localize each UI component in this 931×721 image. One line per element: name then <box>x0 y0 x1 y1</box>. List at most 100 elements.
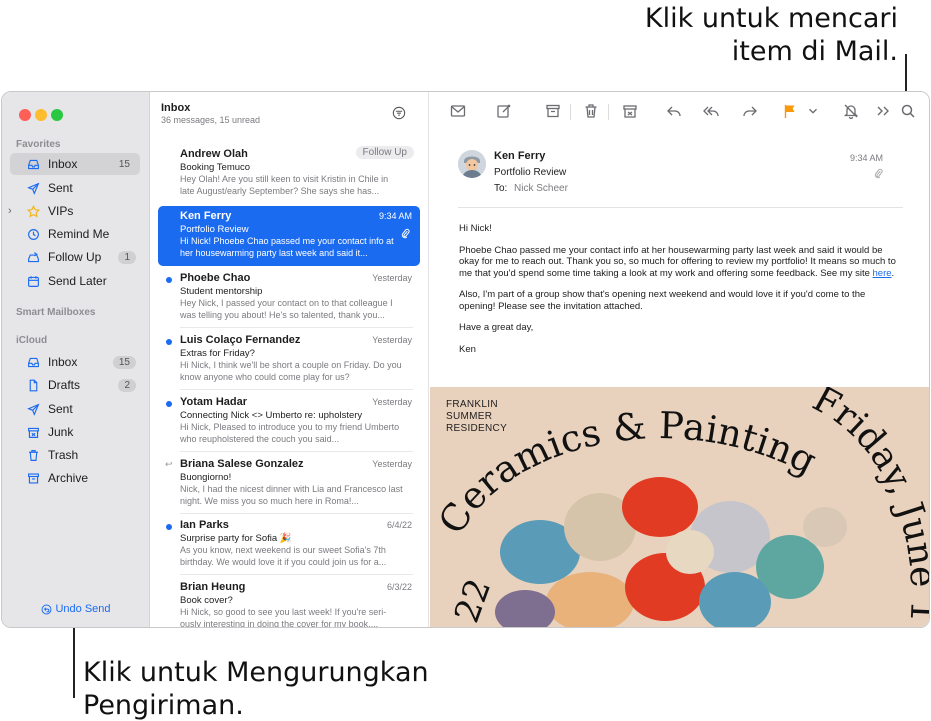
list-item[interactable]: Luis Colaço Fernandez Yesterday Extras f… <box>158 330 420 390</box>
callout-search-line1: Klik untuk mencari <box>644 3 898 34</box>
message-sender: Phoebe Chao <box>180 272 251 284</box>
message-sender: Brian Heung <box>180 581 246 593</box>
forward-icon[interactable] <box>741 102 759 120</box>
sidebar-item-label: Inbox <box>48 157 78 171</box>
double-chevron-right-icon[interactable] <box>874 102 892 120</box>
sidebar-item-icloud-inbox[interactable]: Inbox 15 <box>10 351 140 373</box>
sender-name[interactable]: Ken Ferry <box>494 150 545 162</box>
paperclip-icon <box>401 226 410 239</box>
header-divider <box>458 207 903 208</box>
junk-icon[interactable] <box>621 102 639 120</box>
paperclip-icon <box>874 166 883 179</box>
divider <box>180 574 413 575</box>
follow-up-badge[interactable]: Follow Up <box>355 146 414 159</box>
undo-icon <box>42 604 52 614</box>
sidebar-item-label: Sent <box>48 181 73 195</box>
reply-all-icon[interactable] <box>702 102 720 120</box>
mute-bell-icon[interactable] <box>842 102 860 120</box>
message-preview: Hi Nick, Pleased to introduce you to my … <box>180 422 400 444</box>
sidebar-item-icloud-sent[interactable]: Sent <box>10 398 140 420</box>
avatar[interactable] <box>458 150 486 178</box>
message-subject: Buongiorno! <box>180 472 232 483</box>
chevron-right-icon[interactable]: › <box>8 205 12 217</box>
message-sender: Ken Ferry <box>180 210 232 222</box>
chevron-down-icon[interactable] <box>806 102 820 120</box>
sidebar-item-favorites-inbox[interactable]: Inbox 15 <box>10 153 140 175</box>
divider <box>180 327 413 328</box>
divider <box>180 389 413 390</box>
message-subject: Surprise party for Sofia 🎉 <box>180 533 292 544</box>
sidebar-item-icloud-drafts[interactable]: Drafts 2 <box>10 374 140 396</box>
icloud-header[interactable]: iCloud <box>16 335 47 346</box>
portfolio-link[interactable]: here <box>873 268 892 279</box>
divider <box>180 513 413 514</box>
message-subject: Book cover? <box>180 595 233 606</box>
sidebar-item-icloud-archive[interactable]: Archive <box>10 467 140 489</box>
sidebar: Favorites Inbox 15 Sent › VIPs Remind Me… <box>2 92 150 627</box>
email-paragraph: Also, I'm part of a group show that's op… <box>459 289 866 312</box>
smart-mailboxes-header[interactable]: Smart Mailboxes <box>16 307 95 318</box>
toolbar-divider <box>608 104 609 120</box>
list-item-selected[interactable]: Ken Ferry 9:34 AM Portfolio Review Hi Ni… <box>158 206 420 266</box>
reply-icon[interactable] <box>665 102 683 120</box>
message-date: 6/4/22 <box>386 520 412 530</box>
message-subject: Booking Temuco <box>180 162 251 173</box>
to-label: To: <box>494 183 508 194</box>
unread-dot <box>166 524 172 530</box>
undo-send-label: Undo Send <box>55 603 111 615</box>
sidebar-item-label: Send Later <box>48 274 107 288</box>
close-window-button[interactable] <box>19 109 31 121</box>
message-sender: Andrew Olah <box>180 148 248 160</box>
message-sender: Yotam Hadar <box>180 396 248 408</box>
sidebar-item-label: VIPs <box>48 204 74 218</box>
favorites-header: Favorites <box>16 139 61 150</box>
list-item[interactable]: Ian Parks 6/4/22 Surprise party for Sofi… <box>158 515 420 575</box>
invitation-image[interactable]: FRANKLIN SUMMER RESIDENCY Ceramics & Pai… <box>430 387 930 628</box>
sidebar-item-icloud-trash[interactable]: Trash <box>10 444 140 466</box>
list-item[interactable]: Phoebe Chao Yesterday Student mentorship… <box>158 268 420 328</box>
sidebar-item-icloud-junk[interactable]: Junk <box>10 421 140 443</box>
callout-undo-leader <box>73 622 75 698</box>
search-icon[interactable] <box>899 102 917 120</box>
message-subject: Extras for Friday? <box>180 348 255 359</box>
list-item[interactable]: Yotam Hadar Yesterday Connecting Nick <>… <box>158 392 420 452</box>
message-date: Yesterday <box>372 335 412 345</box>
compose-icon[interactable] <box>495 102 513 120</box>
sidebar-item-favorites-remind-me[interactable]: Remind Me <box>10 223 140 245</box>
email-signature: Ken <box>459 343 476 355</box>
sidebar-item-favorites-sent[interactable]: Sent <box>10 177 140 199</box>
list-item[interactable]: Brian Heung 6/3/22 Book cover? Hi Nick, … <box>158 577 420 627</box>
poster-left-text: 22 <box>447 574 499 628</box>
draft-count: 2 <box>118 378 136 392</box>
unread-count: 1 <box>118 250 136 264</box>
message-date: Yesterday <box>372 459 412 469</box>
sidebar-item-favorites-vips[interactable]: › VIPs <box>8 200 140 222</box>
list-item[interactable]: ↩ Briana Salese Gonzalez Yesterday Buong… <box>158 454 420 514</box>
message-sender: Luis Colaço Fernandez <box>180 334 301 346</box>
email-signoff: Have a great day, <box>459 322 534 333</box>
sidebar-item-favorites-send-later[interactable]: Send Later <box>10 270 140 292</box>
message-preview: Hey Nick, I passed your contact on to th… <box>180 298 393 320</box>
filter-icon[interactable] <box>392 106 406 120</box>
poster-side-text: Friday, June 1 <box>806 387 930 624</box>
minimize-window-button[interactable] <box>35 109 47 121</box>
callout-undo-line1: Klik untuk Mengurungkan <box>83 657 429 688</box>
unread-dot <box>166 401 172 407</box>
list-item[interactable]: Andrew Olah Follow Up Booking Temuco Hey… <box>158 144 420 204</box>
sidebar-item-label: Junk <box>48 425 74 439</box>
zoom-window-button[interactable] <box>51 109 63 121</box>
recipient-name[interactable]: Nick Scheer <box>514 183 568 194</box>
message-list: Inbox 36 messages, 15 unread Andrew Olah… <box>150 92 429 627</box>
email-time: 9:34 AM <box>849 153 883 163</box>
mailbox-subtitle: 36 messages, 15 unread <box>161 115 261 125</box>
archive-icon[interactable] <box>544 102 562 120</box>
mail-window: Favorites Inbox 15 Sent › VIPs Remind Me… <box>1 91 930 628</box>
flag-icon[interactable] <box>781 102 799 120</box>
trash-icon[interactable] <box>582 102 600 120</box>
sidebar-item-favorites-follow-up[interactable]: Follow Up 1 <box>10 246 140 268</box>
message-subject: Student mentorship <box>180 286 263 297</box>
message-preview: Hey Olah! Are you still keen to visit Kr… <box>180 174 389 196</box>
callout-search: Klik untuk mencari item di Mail. <box>645 2 898 68</box>
get-mail-icon[interactable] <box>449 102 467 120</box>
undo-send-button[interactable]: Undo Send <box>2 603 150 615</box>
